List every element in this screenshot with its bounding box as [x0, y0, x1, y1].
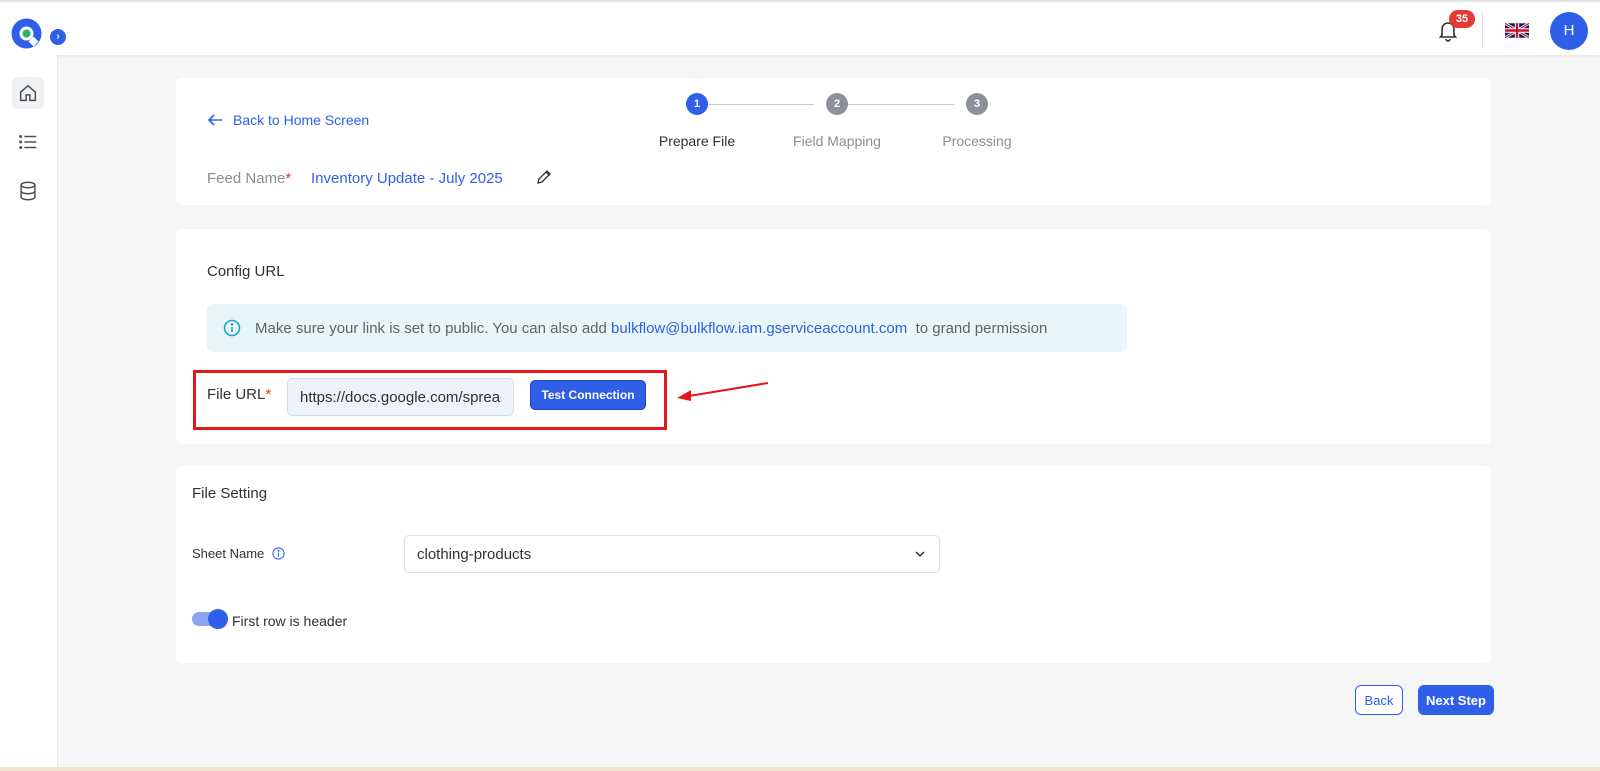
first-row-header-toggle[interactable] [192, 609, 228, 629]
database-icon [20, 181, 36, 201]
pencil-icon[interactable] [536, 169, 552, 185]
file-url-label: File URL* [207, 386, 272, 403]
chevron-down-icon [915, 551, 925, 558]
sidebar-item-database[interactable] [12, 175, 44, 207]
info-text: Make sure your link is set to public. Yo… [255, 319, 1048, 337]
app-logo-icon[interactable] [11, 18, 42, 49]
config-url-title: Config URL [207, 263, 285, 280]
first-row-header-label: First row is header [232, 613, 348, 629]
info-alert: Make sure your link is set to public. Yo… [207, 304, 1127, 352]
file-setting-title: File Setting [192, 485, 268, 502]
top-bar: › 35 H [0, 0, 1600, 55]
sidebar-item-list[interactable] [12, 126, 44, 158]
info-icon[interactable] [272, 547, 285, 560]
step-2-label: Field Mapping [793, 133, 881, 149]
next-step-button[interactable]: Next Step [1418, 685, 1494, 715]
sheet-name-select[interactable]: clothing-products [404, 535, 940, 573]
red-arrow-annotation [677, 382, 769, 401]
list-icon [19, 135, 37, 149]
step-connector [708, 104, 814, 105]
home-icon [19, 84, 37, 102]
back-to-home-link[interactable]: Back to Home Screen [207, 112, 369, 128]
file-setting-card: File Setting Sheet Name clothing-product… [176, 466, 1491, 663]
sidebar [0, 55, 58, 771]
notification-badge: 35 [1449, 10, 1475, 28]
config-url-card: Config URL Make sure your link is set to… [176, 229, 1491, 444]
topbar-divider [1482, 12, 1483, 48]
required-mark: * [285, 170, 292, 187]
info-icon [223, 319, 241, 337]
required-mark: * [265, 386, 272, 403]
sidebar-expand-button[interactable]: › [50, 29, 66, 45]
file-url-input[interactable] [287, 378, 514, 416]
toggle-knob [208, 609, 228, 629]
step-3-circle[interactable]: 3 [966, 93, 988, 115]
feed-header-card: Back to Home Screen Feed Name* Inventory… [176, 78, 1491, 205]
step-2-circle[interactable]: 2 [826, 93, 848, 115]
test-connection-button[interactable]: Test Connection [530, 380, 646, 410]
sidebar-item-home[interactable] [12, 77, 44, 109]
step-connector [848, 104, 954, 105]
arrow-left-icon [207, 114, 222, 126]
step-1-circle[interactable]: 1 [686, 93, 708, 115]
sheet-name-value: clothing-products [417, 545, 532, 563]
back-to-home-label: Back to Home Screen [233, 112, 370, 128]
step-1-label: Prepare File [658, 133, 736, 149]
bottom-strip [0, 767, 1600, 771]
uk-flag-icon[interactable] [1505, 23, 1529, 38]
sheet-name-label: Sheet Name [192, 546, 285, 561]
avatar[interactable]: H [1550, 12, 1588, 50]
step-3-label: Processing [942, 133, 1012, 149]
back-button[interactable]: Back [1355, 685, 1403, 715]
service-account-email[interactable]: bulkflow@bulkflow.iam.gserviceaccount.co… [611, 320, 907, 337]
feed-name-label: Feed Name* [207, 170, 292, 187]
feed-name-value: Inventory Update - July 2025 [311, 170, 503, 187]
